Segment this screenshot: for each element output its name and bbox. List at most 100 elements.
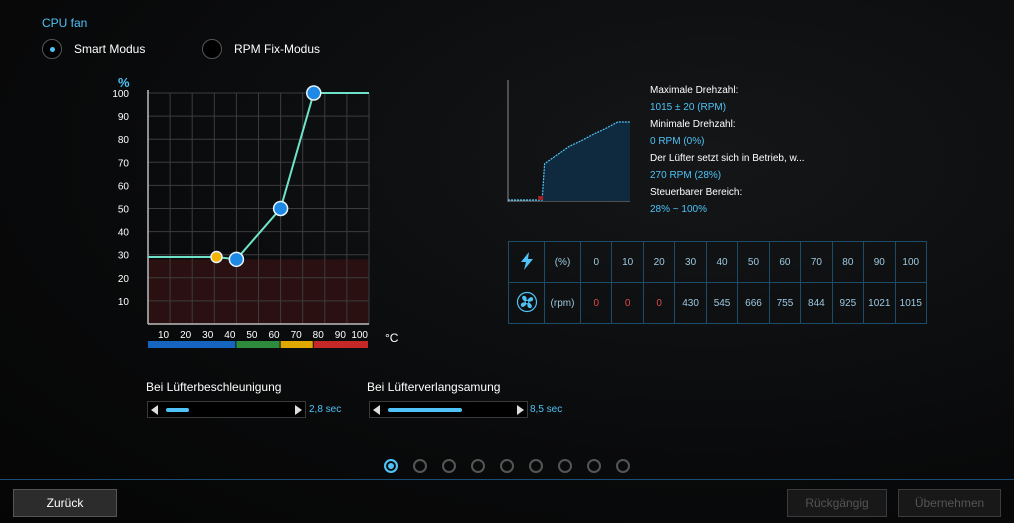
pagination-dot[interactable]	[616, 459, 630, 473]
y-tick-label: 20	[118, 274, 130, 285]
accel-slider-label: Bei Lüfterbeschleunigung	[146, 380, 282, 394]
fan-info-panel: Maximale Drehzahl: 1015 ± 20 (RPM) Minim…	[650, 82, 805, 218]
curve-points[interactable]	[210, 85, 322, 268]
x-tick-labels: 10 20 30 40 50 60 70 80 90 100	[158, 330, 368, 341]
x-tick-label: 70	[291, 330, 303, 341]
rpm-curve-preview	[507, 80, 630, 202]
decel-slider-label: Bei Lüfterverlangsamung	[367, 380, 501, 394]
curve-point-temp-marker[interactable]	[210, 250, 223, 264]
x-tick-label: 10	[158, 330, 170, 341]
percent-unit: (%)	[544, 241, 581, 283]
percent-cell: 90	[863, 241, 896, 283]
rpm-cell: 1015	[894, 282, 928, 324]
pagination-dot[interactable]	[471, 459, 485, 473]
footer-divider	[0, 479, 1014, 480]
percent-cell: 40	[705, 241, 739, 283]
x-tick-label: 90	[335, 330, 347, 341]
pagination-dot[interactable]	[413, 459, 427, 473]
apply-button[interactable]: Übernehmen	[898, 489, 1001, 517]
y-axis-label: %	[118, 75, 130, 90]
decel-decrease-arrow-icon[interactable]	[373, 404, 380, 415]
undo-button[interactable]: Rückgängig	[787, 489, 887, 517]
y-tick-labels: 10 20 30 40 50 60 70 80 90 100	[112, 89, 129, 308]
temperature-band	[148, 341, 236, 348]
accel-decrease-arrow-icon[interactable]	[151, 404, 158, 415]
pagination-dot[interactable]	[442, 459, 456, 473]
y-tick-label: 80	[118, 135, 130, 146]
percent-cell: 50	[737, 241, 770, 283]
pagination-dot[interactable]	[587, 459, 601, 473]
y-tick-label: 90	[118, 112, 130, 123]
curve-point-handle[interactable]	[306, 85, 322, 101]
back-button[interactable]: Zurück	[13, 489, 117, 517]
rpm-cell: 755	[768, 282, 802, 324]
temperature-band	[280, 341, 313, 348]
rpm-cell: 1021	[863, 282, 896, 324]
temperature-band	[313, 341, 368, 348]
y-tick-label: 50	[118, 205, 130, 216]
rpm-cell: 545	[705, 282, 739, 324]
max-speed-value: 1015 ± 20 (RPM)	[650, 102, 727, 113]
accel-slider[interactable]	[147, 401, 306, 418]
start-speed-value: 270 RPM (28%)	[650, 170, 722, 181]
control-range-label: Steuerbarer Bereich:	[650, 187, 743, 198]
x-tick-label: 40	[224, 330, 236, 341]
decel-value: 8,5 sec	[530, 404, 563, 415]
max-speed-label: Maximale Drehzahl:	[650, 85, 739, 96]
rpm-cell: 925	[831, 282, 865, 324]
x-tick-label: 60	[268, 330, 280, 341]
x-tick-label: 20	[180, 330, 192, 341]
percent-row: (%) 0 10 20 30 40 50 60 70 80 90 100	[508, 241, 928, 283]
x-tick-label: 50	[246, 330, 258, 341]
power-icon	[508, 241, 545, 283]
percent-cell: 10	[611, 241, 644, 283]
rpm-cell: 430	[674, 282, 707, 324]
rpm-unit: (rpm)	[544, 282, 581, 324]
y-tick-label: 100	[112, 89, 129, 100]
x-tick-label: 100	[351, 330, 368, 341]
rpm-cell: 666	[737, 282, 770, 324]
rpm-table: (%) 0 10 20 30 40 50 60 70 80 90 100 (rpm) 0 0 0 430 5…	[508, 241, 928, 324]
decel-increase-arrow-icon[interactable]	[517, 404, 524, 415]
percent-cell: 100	[894, 241, 928, 283]
x-axis-label: °C	[385, 331, 399, 345]
percent-cell: 30	[674, 241, 707, 283]
fan-icon	[508, 282, 545, 324]
fan-curve-chart[interactable]: 10 20 30 40 50 60 70 80 90 100 10 20 30 40 50 60 70 80 90…	[0, 0, 420, 360]
percent-cell: 80	[831, 241, 865, 283]
y-tick-label: 40	[118, 228, 130, 239]
pagination-dot[interactable]	[500, 459, 514, 473]
accel-slider-fill[interactable]	[166, 408, 189, 412]
preview-start-marker	[538, 196, 544, 200]
min-speed-value: 0 RPM (0%)	[650, 136, 705, 147]
min-speed-label: Minimale Drehzahl:	[650, 119, 736, 130]
rpm-cell: 0	[611, 282, 644, 324]
percent-cell: 60	[768, 241, 802, 283]
decel-slider-fill[interactable]	[388, 408, 462, 412]
pagination-dot[interactable]	[529, 459, 543, 473]
percent-cell: 70	[800, 241, 833, 283]
pagination-dot[interactable]	[384, 459, 398, 473]
pagination-dot[interactable]	[558, 459, 572, 473]
decel-slider[interactable]	[369, 401, 528, 418]
percent-cell: 0	[579, 241, 613, 283]
accel-value: 2,8 sec	[309, 404, 342, 415]
rpm-cell: 0	[642, 282, 676, 324]
x-tick-label: 80	[313, 330, 325, 341]
percent-cell: 20	[642, 241, 676, 283]
rpm-row: (rpm) 0 0 0 430 545 666 755 844 925 1021 1015	[508, 282, 928, 324]
start-speed-label: Der Lüfter setzt sich in Betrieb, w...	[650, 153, 805, 164]
accel-increase-arrow-icon[interactable]	[295, 404, 302, 415]
temperature-bands	[148, 341, 368, 348]
y-tick-label: 60	[118, 181, 130, 192]
y-tick-label: 10	[118, 297, 130, 308]
rpm-cell: 0	[579, 282, 613, 324]
y-tick-label: 70	[118, 158, 130, 169]
preview-fill	[508, 122, 630, 201]
rpm-cell: 844	[800, 282, 833, 324]
curve-point-handle[interactable]	[272, 200, 289, 217]
x-tick-label: 30	[202, 330, 214, 341]
control-range-value: 28% ~ 100%	[650, 204, 707, 215]
y-tick-label: 30	[118, 251, 130, 262]
curve-point-handle[interactable]	[228, 251, 245, 268]
